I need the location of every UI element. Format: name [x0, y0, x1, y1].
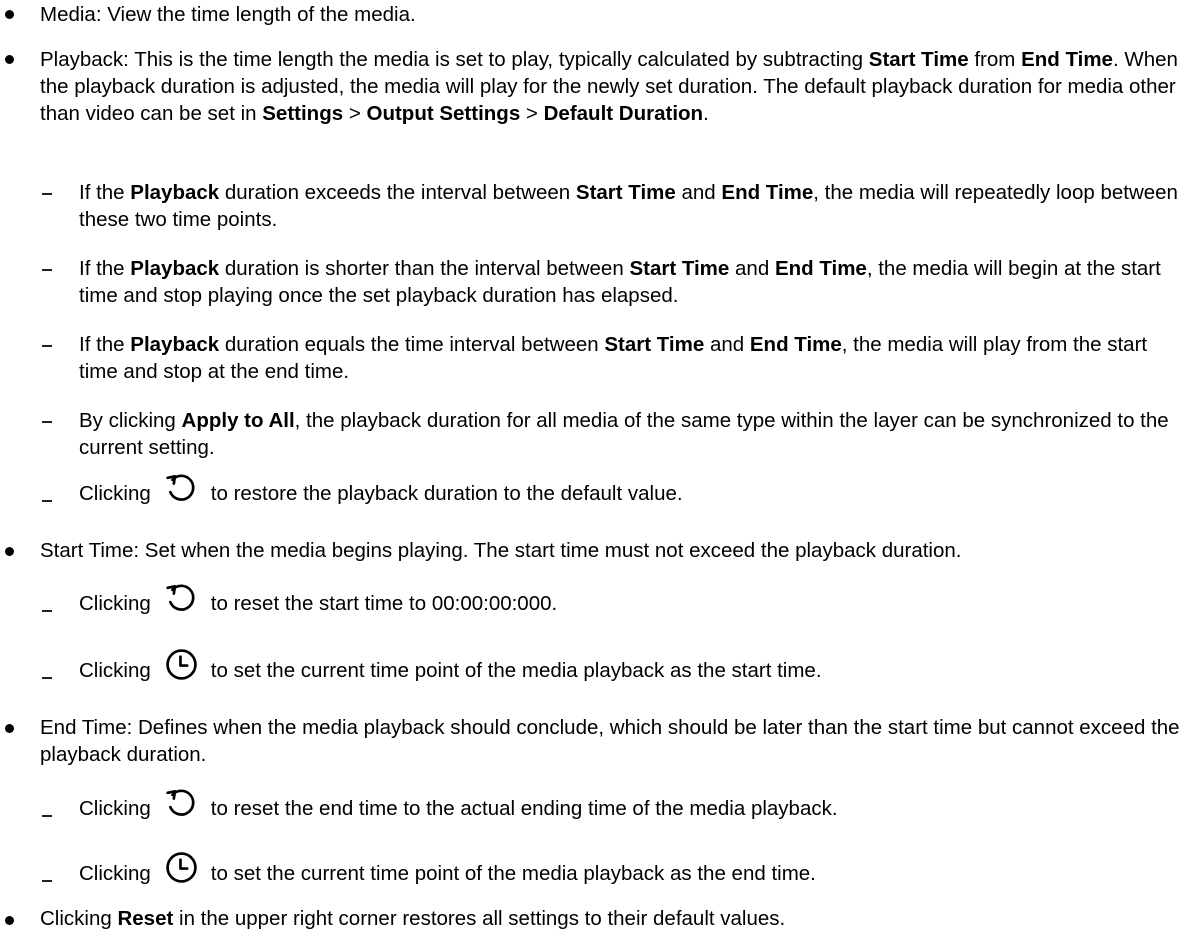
item-text: Clicking [79, 658, 151, 682]
start-time-term: Start Time [868, 48, 969, 71]
reset-text: Clicking [40, 907, 118, 930]
dash-marker [42, 610, 52, 612]
playback-equals-item: If the Playback duration equals the time… [79, 331, 1189, 385]
playback-text: . [703, 102, 709, 125]
item-text: Clicking [79, 481, 151, 505]
path-separator: > [343, 102, 367, 125]
item-text: and [704, 333, 750, 356]
bullet-playback: Playback: This is the time length the me… [40, 46, 1190, 127]
bullet-media: Media: View the time length of the media… [40, 1, 1190, 28]
clock-icon [165, 648, 198, 681]
bullet-end-time: End Time: Defines when the media playbac… [40, 714, 1190, 768]
end-time-text: End Time: Defines when the media playbac… [40, 716, 1180, 766]
reset-icon [165, 786, 198, 819]
start-reset-item: Clicking to reset the start time to 00:0… [79, 579, 1189, 627]
item-text: duration exceeds the interval between [219, 181, 576, 204]
media-text: Media: View the time length of the media… [40, 3, 416, 26]
reset-icon [165, 471, 198, 504]
path-separator: > [520, 102, 544, 125]
item-text: to set the current time point of the med… [210, 658, 822, 682]
end-time-term: End Time [749, 333, 842, 356]
start-time-term: Start Time [575, 181, 676, 204]
start-current-item: Clicking to set the current time point o… [79, 646, 1189, 694]
dash-marker [42, 815, 52, 817]
reset-text: in the upper right corner restores all s… [173, 907, 786, 930]
reset-icon [165, 581, 198, 614]
playback-term: Playback [130, 257, 220, 280]
bullet-dot [5, 916, 14, 925]
start-time-term: Start Time [604, 333, 705, 356]
item-text: If the [79, 181, 131, 204]
item-text: Clicking [79, 591, 151, 615]
item-text: to reset the end time to the actual endi… [210, 796, 838, 820]
restore-duration-item: Clicking to restore the playback duratio… [79, 469, 1189, 517]
bullet-dot [5, 10, 14, 19]
end-time-term: End Time [1021, 48, 1113, 71]
playback-term: Playback [130, 333, 220, 356]
playback-text: Playback: This is the time length the me… [40, 48, 869, 71]
item-text: Clicking [79, 861, 151, 885]
playback-shorter-item: If the Playback duration is shorter than… [79, 255, 1189, 309]
item-text: to restore the playback duration to the … [210, 481, 683, 505]
dash-marker [42, 345, 52, 347]
item-text: If the [79, 257, 131, 280]
default-duration-term: Default Duration [543, 102, 704, 125]
playback-term: Playback [130, 181, 220, 204]
output-settings-term: Output Settings [366, 102, 521, 125]
item-text: If the [79, 333, 131, 356]
apply-to-all-term: Apply to All [181, 409, 295, 432]
dash-marker [42, 677, 52, 679]
apply-to-all-item: By clicking Apply to All, the playback d… [79, 407, 1189, 461]
end-time-term: End Time [774, 257, 867, 280]
dash-marker [42, 500, 52, 502]
start-time-term: Start Time [629, 257, 730, 280]
end-current-item: Clicking to set the current time point o… [79, 849, 1189, 897]
playback-text: from [968, 48, 1022, 71]
end-time-term: End Time [721, 181, 814, 204]
item-text: and [675, 181, 722, 204]
dash-marker [42, 421, 52, 423]
bullet-dot [5, 724, 14, 733]
start-time-text: Start Time: Set when the media begins pl… [40, 539, 962, 562]
item-text: to set the current time point of the med… [210, 861, 816, 885]
bullet-start-time: Start Time: Set when the media begins pl… [40, 537, 1190, 564]
bullet-dot [5, 547, 14, 556]
item-text: and [729, 257, 775, 280]
item-text: to reset the start time to 00:00:00:000. [210, 591, 558, 615]
item-text: Clicking [79, 796, 151, 820]
clock-icon [165, 851, 198, 884]
dash-marker [42, 269, 52, 271]
item-text: duration equals the time interval betwee… [219, 333, 605, 356]
bullet-reset: Clicking Reset in the upper right corner… [40, 905, 1190, 932]
playback-exceeds-item: If the Playback duration exceeds the int… [79, 179, 1189, 233]
item-text: duration is shorter than the interval be… [219, 257, 630, 280]
reset-term: Reset [117, 907, 174, 930]
dash-marker [42, 880, 52, 882]
bullet-dot [5, 55, 14, 64]
dash-marker [42, 193, 52, 195]
item-text: By clicking [79, 409, 182, 432]
settings-term: Settings [262, 102, 344, 125]
end-reset-item: Clicking to reset the end time to the ac… [79, 784, 1189, 832]
